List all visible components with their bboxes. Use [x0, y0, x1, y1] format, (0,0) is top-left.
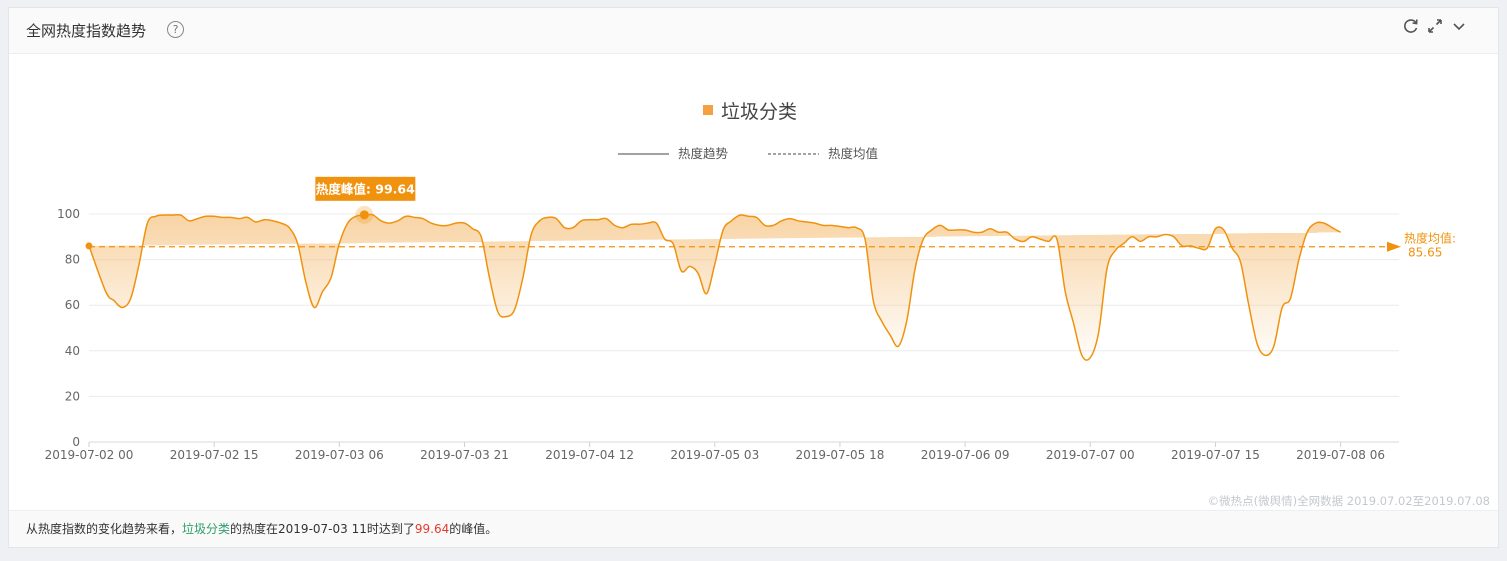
expand-icon[interactable]: [1426, 17, 1444, 35]
summary-middle: 的热度在2019-07-03 11时达到了: [230, 522, 415, 536]
card-header: 全网热度指数趋势 ?: [9, 8, 1498, 54]
y-axis: 0 20 40 60 80 100: [57, 207, 80, 449]
chart-title: 垃圾分类: [721, 101, 797, 123]
heat-trend-card: 全网热度指数趋势 ? 垃圾分类 热度趋势 热度均值 0 20 40 60 80 …: [8, 7, 1499, 548]
peak-point[interactable]: [359, 210, 369, 220]
summary-keyword: 垃圾分类: [182, 522, 231, 536]
chevron-down-icon[interactable]: [1450, 17, 1468, 35]
mean-value-label: 85.65: [1408, 246, 1442, 260]
x-tick-label: 2019-07-04 12: [545, 448, 634, 462]
card-title: 全网热度指数趋势: [26, 22, 147, 40]
y-tick-label: 40: [65, 344, 80, 358]
refresh-icon[interactable]: [1402, 17, 1420, 35]
x-tick-label: 2019-07-07 00: [1046, 448, 1135, 462]
x-tick-label: 2019-07-03 21: [420, 448, 509, 462]
legend-label-mean[interactable]: 热度均值: [828, 146, 878, 161]
y-tick-label: 0: [72, 435, 80, 449]
y-tick-label: 100: [57, 207, 80, 221]
chart-legend[interactable]: 热度趋势 热度均值: [618, 146, 878, 161]
y-tick-label: 20: [65, 389, 80, 403]
y-tick-label: 60: [65, 298, 80, 312]
x-tick-label: 2019-07-06 09: [921, 448, 1010, 462]
help-icon[interactable]: ?: [167, 21, 184, 38]
x-axis: 2019-07-02 00 2019-07-02 15 2019-07-03 06 2…: [45, 442, 1385, 462]
y-tick-label: 80: [65, 253, 80, 267]
summary-prefix: 从热度指数的变化趋势来看，: [26, 522, 183, 536]
series-start-point: [85, 242, 93, 250]
legend-label-trend[interactable]: 热度趋势: [678, 146, 729, 161]
chart-title-marker: [703, 105, 713, 115]
x-tick-label: 2019-07-08 06: [1296, 448, 1385, 462]
mean-label: 热度均值:: [1404, 231, 1456, 246]
summary-footer: 从热度指数的变化趋势来看，垃圾分类的热度在2019-07-03 11时达到了99…: [9, 510, 1498, 547]
mean-arrow-icon: [1387, 241, 1401, 252]
summary-suffix: 的峰值。: [449, 522, 498, 536]
heat-trend-chart: 垃圾分类 热度趋势 热度均值 0 20 40 60 80 100 2019-07-02 0…: [45, 101, 1456, 462]
x-tick-label: 2019-07-03 06: [295, 448, 384, 462]
x-tick-label: 2019-07-05 18: [796, 448, 885, 462]
x-tick-label: 2019-07-05 03: [670, 448, 759, 462]
data-source-watermark: ©微热点(微舆情)全网数据 2019.07.02至2019.07.08: [1207, 494, 1490, 508]
x-tick-label: 2019-07-02 00: [45, 448, 134, 462]
summary-peak-value: 99.64: [414, 522, 450, 536]
peak-badge-label: 热度峰值: 99.64: [316, 181, 415, 196]
x-tick-label: 2019-07-07 15: [1171, 448, 1260, 462]
x-tick-label: 2019-07-02 15: [170, 448, 259, 462]
